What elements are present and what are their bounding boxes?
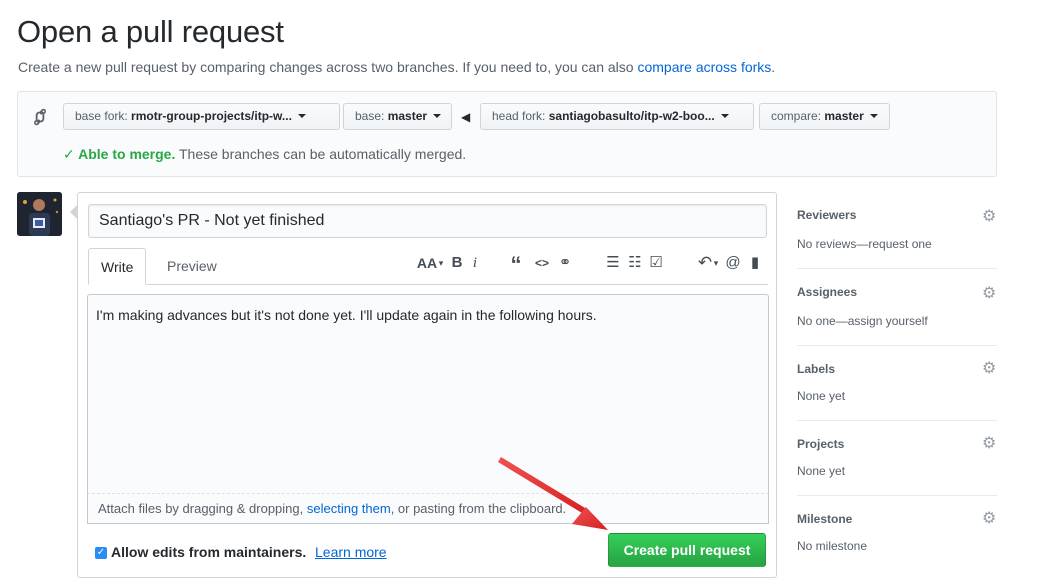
- italic-icon[interactable]: i: [470, 253, 480, 273]
- bold-icon[interactable]: B: [450, 253, 464, 273]
- base-fork-value: rmotr-group-projects/itp-w...: [131, 109, 292, 123]
- merge-status-text: These branches can be automatically merg…: [175, 146, 467, 162]
- base-fork-label: base fork:: [75, 109, 128, 123]
- bookmark-icon[interactable]: ▮: [749, 253, 761, 273]
- pull-request-form: Write Preview AA ▾ B i “ <> ⚭ ☰ ☷ ☑ ↶ ▾ …: [70, 192, 777, 578]
- quote-icon[interactable]: “: [508, 254, 524, 276]
- sidebar-value-labels: None yet: [797, 389, 846, 403]
- allow-edits-label: Allow edits from maintainers.: [111, 544, 307, 560]
- chevron-down-icon: [297, 113, 306, 118]
- head-fork-select[interactable]: head fork: santiagobasulto/itp-w2-boo...: [480, 103, 754, 130]
- tab-write[interactable]: Write: [88, 248, 147, 285]
- check-icon: ✓: [63, 146, 79, 162]
- create-pull-request-button[interactable]: Create pull request: [608, 533, 766, 567]
- allow-edits-checkbox[interactable]: ✓: [95, 547, 107, 559]
- base-fork-select[interactable]: base fork: rmotr-group-projects/itp-w...: [63, 103, 340, 130]
- sidebar-section-milestone: Milestone ⚙ No milestone: [797, 496, 997, 571]
- sidebar-heading-projects: Projects: [797, 437, 845, 451]
- head-fork-value: santiagobasulto/itp-w2-boo...: [548, 109, 715, 123]
- attach-prefix: Attach files by dragging & dropping,: [98, 501, 307, 516]
- code-icon[interactable]: <>: [533, 253, 551, 273]
- subtitle-text: Create a new pull request by comparing c…: [18, 59, 638, 75]
- compare-branch-select[interactable]: compare: master: [759, 103, 890, 130]
- compare-range-box: base fork: rmotr-group-projects/itp-w...…: [17, 91, 997, 177]
- base-branch-select[interactable]: base: master: [343, 103, 452, 130]
- sidebar-value-projects: None yet: [797, 464, 846, 478]
- base-label: base:: [355, 109, 385, 123]
- page-subtitle: Create a new pull request by comparing c…: [18, 59, 775, 75]
- sidebar-heading-assignees: Assignees: [797, 285, 858, 299]
- reply-icon[interactable]: ↶: [697, 253, 713, 273]
- avatar[interactable]: [17, 192, 62, 236]
- sidebar-heading-milestone: Milestone: [797, 512, 853, 526]
- gear-icon[interactable]: ⚙: [982, 511, 998, 527]
- sidebar-value-reviewers: No reviews—request one: [797, 237, 932, 251]
- sidebar-section-labels: Labels ⚙ None yet: [797, 346, 997, 421]
- chevron-down-icon[interactable]: ▾: [437, 253, 445, 273]
- merge-status: ✓ Able to merge. These branches can be a…: [63, 146, 466, 163]
- gear-icon[interactable]: ⚙: [982, 361, 998, 377]
- chevron-down-icon: [869, 113, 878, 118]
- arrow-left-icon: ◀: [461, 110, 471, 124]
- gear-icon[interactable]: ⚙: [982, 436, 998, 452]
- sidebar-heading-reviewers: Reviewers: [797, 208, 857, 222]
- sidebar-section-assignees: Assignees ⚙ No one—assign yourself: [797, 269, 997, 346]
- learn-more-link[interactable]: Learn more: [315, 544, 387, 560]
- text-size-icon[interactable]: AA: [416, 253, 438, 273]
- attach-suffix: , or pasting from the clipboard.: [390, 501, 567, 516]
- base-value: master: [387, 109, 428, 123]
- pr-body-text: I'm making advances but it's not done ye…: [96, 307, 597, 323]
- compare-label: compare:: [771, 109, 822, 123]
- compare-value: master: [824, 109, 864, 123]
- sidebar-value-milestone: No milestone: [797, 539, 868, 553]
- tab-preview[interactable]: Preview: [155, 248, 229, 285]
- avatar-image: [17, 192, 62, 236]
- subtitle-end: .: [771, 59, 776, 75]
- select-files-link[interactable]: selecting them: [307, 501, 391, 516]
- link-icon[interactable]: ⚭: [556, 253, 574, 273]
- mention-icon[interactable]: @: [725, 253, 741, 273]
- compare-icon: [34, 108, 46, 126]
- sidebar-section-reviewers: Reviewers ⚙ No reviews—request one: [797, 192, 997, 269]
- pr-body-textarea[interactable]: I'm making advances but it's not done ye…: [87, 294, 769, 524]
- sidebar-value-assignees: No one—assign yourself: [797, 314, 928, 328]
- sidebar-heading-labels: Labels: [797, 362, 836, 376]
- sidebar-section-projects: Projects ⚙ None yet: [797, 421, 997, 496]
- merge-status-label: Able to merge.: [78, 146, 176, 162]
- numbered-list-icon[interactable]: ☷: [627, 253, 643, 273]
- page-title: Open a pull request: [17, 14, 284, 49]
- chevron-down-icon: [433, 113, 442, 118]
- chevron-down-icon[interactable]: ▾: [712, 253, 720, 273]
- attach-files-bar[interactable]: Attach files by dragging & dropping, sel…: [87, 493, 769, 524]
- task-list-icon[interactable]: ☑: [648, 253, 664, 273]
- head-fork-label: head fork:: [492, 109, 546, 123]
- pr-title-input[interactable]: [88, 204, 767, 238]
- bulleted-list-icon[interactable]: ☰: [605, 253, 621, 273]
- gear-icon[interactable]: ⚙: [982, 209, 998, 225]
- compare-forks-link[interactable]: compare across forks: [637, 59, 771, 75]
- chevron-down-icon: [720, 113, 729, 118]
- gear-icon[interactable]: ⚙: [982, 286, 998, 302]
